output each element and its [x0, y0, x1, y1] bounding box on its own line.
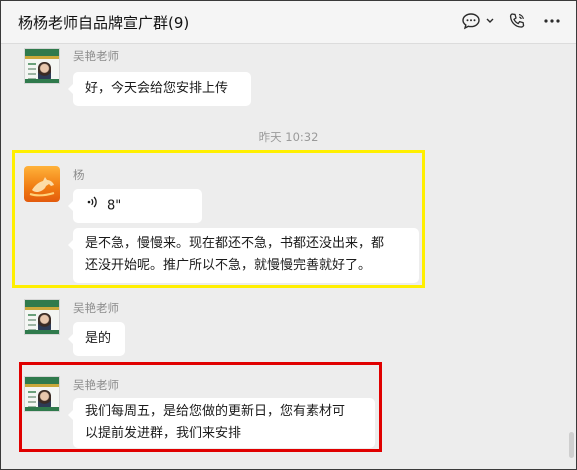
group-title: 杨杨老师自品牌宣广群(9)	[18, 12, 189, 33]
message-line: 是不急，慢慢来。现在都还不急，书都还没出来，都	[85, 236, 385, 251]
message-line: 还没开始呢。推广所以不急，就慢慢完善就好了。	[85, 258, 372, 273]
more-icon[interactable]	[543, 11, 561, 31]
sender-name: 吴艳老师	[73, 301, 119, 315]
message-bubble[interactable]: 我们每周五，是给您做的更新日，您有素材可 以提前发进群，我们来安排	[68, 398, 375, 448]
timestamp: 昨天 10:32	[258, 130, 319, 144]
business-card-avatar[interactable]	[24, 376, 60, 412]
sender-name: 杨	[73, 168, 85, 182]
sender-name: 吴艳老师	[73, 378, 119, 392]
message-line: 我们每周五，是给您做的更新日，您有素材可	[85, 404, 346, 419]
chevron-down-icon[interactable]	[485, 13, 495, 33]
business-card-avatar[interactable]	[24, 299, 60, 335]
message-bubble[interactable]: 是的	[68, 322, 125, 356]
chat-header: 杨杨老师自品牌宣广群(9)	[1, 1, 576, 44]
voice-duration: 8"	[107, 198, 122, 214]
voice-wave-icon	[87, 195, 99, 217]
chat-window: 杨杨老师自品牌宣广群(9) 吴艳老师 好，今天会给您安排上传 昨天 10:32 …	[0, 0, 577, 470]
message-bubble[interactable]: 是不急，慢慢来。现在都还不急，书都还没出来，都 还没开始呢。推广所以不急，就慢慢…	[68, 228, 419, 283]
scrollbar[interactable]	[569, 432, 574, 458]
chat-bubble-icon[interactable]	[461, 11, 481, 31]
group-name: 杨杨老师自品牌宣广群	[18, 14, 169, 32]
horse-avatar[interactable]	[24, 166, 60, 202]
member-count: (9)	[168, 14, 190, 32]
voice-call-icon[interactable]	[507, 11, 527, 31]
message-list[interactable]: 吴艳老师 好，今天会给您安排上传 昨天 10:32 杨 8" 是不急，慢慢来。现…	[1, 44, 576, 469]
sender-name: 吴艳老师	[73, 49, 119, 63]
business-card-avatar[interactable]	[24, 48, 60, 84]
message-bubble[interactable]: 好，今天会给您安排上传	[68, 72, 251, 106]
message-line: 以提前发进群，我们来安排	[85, 426, 242, 441]
voice-message-bubble[interactable]: 8"	[68, 189, 202, 223]
